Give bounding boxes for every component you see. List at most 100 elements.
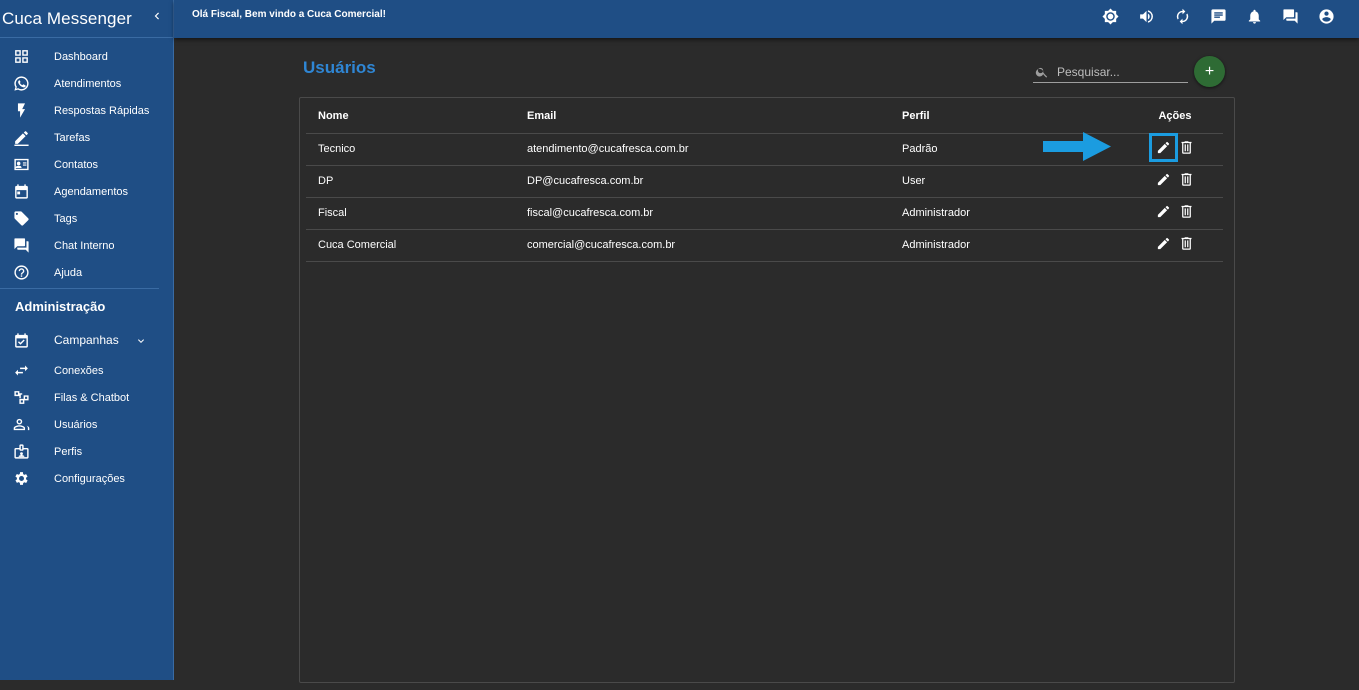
brightness-icon[interactable]	[1101, 6, 1119, 26]
sidebar-item-configuracoes[interactable]: Configurações	[0, 465, 173, 492]
sidebar-item-label: Chat Interno	[54, 239, 115, 252]
delete-user-button[interactable]	[1179, 236, 1194, 251]
cell-nome: Tecnico	[306, 133, 527, 166]
sidebar-item-campanhas[interactable]: Campanhas	[0, 323, 173, 357]
cell-email: DP@cucafresca.com.br	[527, 165, 902, 198]
delete-user-button[interactable]	[1179, 172, 1194, 187]
table-row: DP DP@cucafresca.com.br User	[306, 165, 1223, 198]
users-table: Nome Email Perfil Ações Tecnico atendime…	[306, 100, 1223, 262]
edit-user-button[interactable]	[1156, 236, 1171, 251]
trash-icon	[1181, 141, 1192, 154]
trash-icon	[1181, 173, 1192, 186]
column-header-acoes: Ações	[1127, 100, 1223, 134]
column-header-nome: Nome	[306, 100, 527, 134]
sidebar-item-label: Usuários	[54, 418, 98, 431]
edit-user-button[interactable]	[1156, 172, 1171, 187]
add-user-button[interactable]: +	[1194, 56, 1225, 87]
topbar-icons	[1101, 6, 1335, 26]
pencil-icon	[12, 129, 30, 147]
cell-nome: Cuca Comercial	[306, 229, 527, 262]
chevron-left-icon	[154, 12, 159, 20]
bell-icon[interactable]	[1245, 6, 1263, 26]
help-icon	[12, 264, 30, 282]
sidebar-footer	[0, 680, 174, 690]
search-icon	[1035, 67, 1048, 78]
bolt-icon	[12, 102, 30, 120]
volume-icon[interactable]	[1137, 6, 1155, 26]
sidebar-item-label: Atendimentos	[54, 77, 122, 90]
sidebar-item-tags[interactable]: Tags	[0, 205, 173, 232]
sidebar-item-label: Campanhas	[54, 333, 119, 347]
whatsapp-icon	[12, 75, 30, 93]
edit-icon	[1157, 237, 1170, 250]
sidebar-item-filas-chatbot[interactable]: Filas & Chatbot	[0, 384, 173, 411]
cell-email: atendimento@cucafresca.com.br	[527, 133, 902, 166]
sidebar-item-label: Conexões	[54, 364, 104, 377]
sidebar-item-agendamentos[interactable]: Agendamentos	[0, 178, 173, 205]
account-icon[interactable]	[1317, 6, 1335, 26]
cell-acoes	[1127, 229, 1223, 262]
cell-acoes	[1127, 165, 1223, 198]
cell-perfil: Administrador	[902, 229, 1127, 262]
sidebar-item-respostas-rapidas[interactable]: Respostas Rápidas	[0, 97, 173, 124]
sidebar-item-label: Perfis	[54, 445, 83, 458]
sidebar-item-conexoes[interactable]: Conexões	[0, 357, 173, 384]
table-row: Cuca Comercial comercial@cucafresca.com.…	[306, 229, 1223, 262]
sidebar-item-label: Agendamentos	[54, 185, 128, 198]
users-icon	[12, 416, 30, 434]
brand-title: Cuca Messenger	[2, 8, 132, 28]
sidebar-item-atendimentos[interactable]: Atendimentos	[0, 70, 173, 97]
cell-email: fiscal@cucafresca.com.br	[527, 197, 902, 230]
contacts-icon	[12, 156, 30, 174]
cell-perfil: User	[902, 165, 1127, 198]
table-row: Fiscal fiscal@cucafresca.com.br Administ…	[306, 197, 1223, 230]
sidebar-item-chat-interno[interactable]: Chat Interno	[0, 232, 173, 259]
table-header-row: Nome Email Perfil Ações	[306, 100, 1223, 134]
sidebar-item-usuarios[interactable]: Usuários	[0, 411, 173, 438]
column-header-email: Email	[527, 100, 902, 134]
edit-icon	[1157, 205, 1170, 218]
cell-acoes	[1127, 133, 1223, 166]
edit-user-button[interactable]	[1149, 133, 1178, 162]
sidebar-item-tarefas[interactable]: Tarefas	[0, 124, 173, 151]
delete-user-button[interactable]	[1179, 204, 1194, 219]
sidebar-item-label: Contatos	[54, 158, 99, 171]
page-title: Usuários	[303, 58, 376, 77]
sidebar-item-label: Configurações	[54, 472, 125, 485]
sidebar-item-label: Respostas Rápidas	[54, 104, 150, 117]
annotation-arrow-icon	[1043, 132, 1111, 161]
gear-icon	[12, 470, 30, 488]
chevron-down-icon[interactable]	[135, 334, 147, 346]
swap-icon	[12, 362, 30, 380]
sidebar-item-ajuda[interactable]: Ajuda	[0, 259, 173, 286]
refresh-icon[interactable]	[1173, 6, 1191, 26]
users-table-panel: Nome Email Perfil Ações Tecnico atendime…	[299, 97, 1235, 683]
cell-nome: DP	[306, 165, 527, 198]
brand: Cuca Messenger	[0, 0, 173, 38]
sidebar-item-label: Tags	[54, 212, 78, 225]
flow-icon	[12, 389, 30, 407]
column-header-perfil: Perfil	[902, 100, 1127, 134]
cell-acoes	[1127, 197, 1223, 230]
sidebar: Cuca Messenger Dashboard Atendimentos Re…	[0, 0, 174, 690]
edit-icon	[1157, 141, 1170, 154]
message-icon[interactable]	[1209, 6, 1227, 26]
tag-icon	[12, 210, 30, 228]
edit-user-button[interactable]	[1156, 204, 1171, 219]
sidebar-item-perfis[interactable]: Perfis	[0, 438, 173, 465]
welcome-message: Olá Fiscal, Bem vindo a Cuca Comercial!	[192, 9, 386, 20]
search-input[interactable]	[1057, 64, 1182, 79]
chat-icon	[12, 237, 30, 255]
delete-user-button[interactable]	[1179, 140, 1194, 155]
badge-icon	[12, 443, 30, 461]
forum-icon[interactable]	[1281, 6, 1299, 26]
sidebar-item-label: Tarefas	[54, 131, 91, 144]
cell-perfil: Administrador	[902, 197, 1127, 230]
section-title-administracao: Administração	[15, 299, 106, 314]
sidebar-item-label: Ajuda	[54, 266, 83, 279]
search-box	[1033, 61, 1188, 83]
sidebar-item-contatos[interactable]: Contatos	[0, 151, 173, 178]
collapse-sidebar-button[interactable]	[150, 8, 164, 24]
sidebar-item-dashboard[interactable]: Dashboard	[0, 43, 173, 70]
cell-nome: Fiscal	[306, 197, 527, 230]
